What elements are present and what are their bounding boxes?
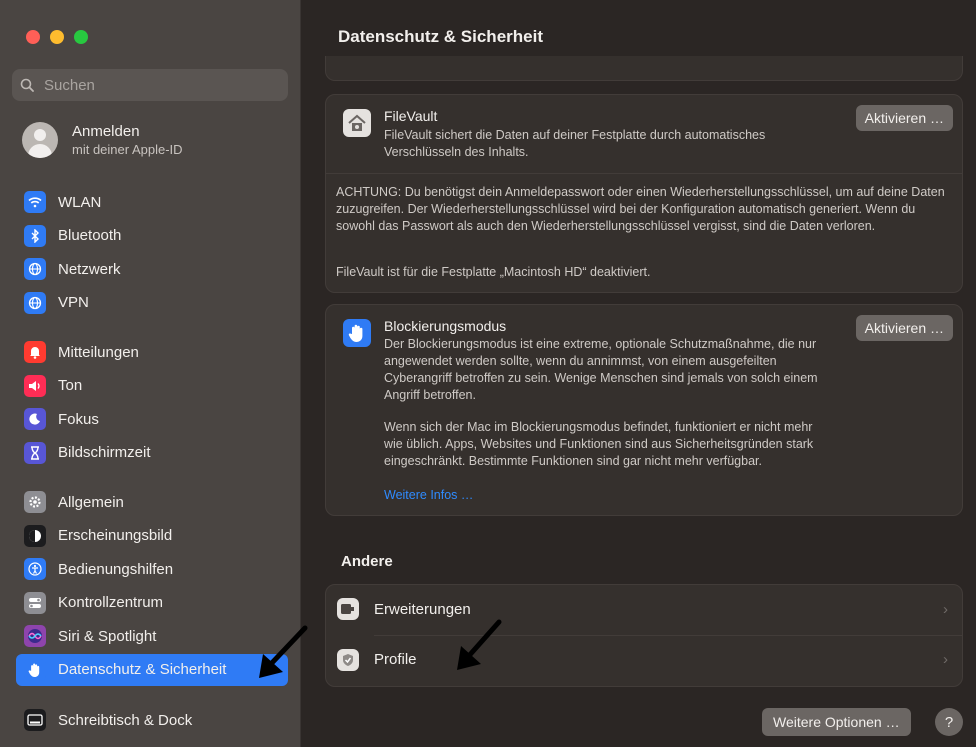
list-item-profiles[interactable]: Profile › [326, 636, 962, 686]
main-content: Datenschutz & Sicherheit FileVault FileV… [301, 0, 976, 747]
sidebar-item-label: Kontrollzentrum [58, 594, 164, 612]
lockdown-description: Der Blockierungsmodus ist eine extreme, … [384, 337, 818, 402]
filevault-house-icon [343, 109, 371, 137]
hourglass-icon [24, 441, 46, 464]
bell-icon [24, 341, 46, 363]
arrow-annotation-icon [457, 619, 502, 670]
bluetooth-icon [24, 224, 46, 247]
speaker-icon [24, 374, 46, 397]
sidebar-item-label: Bildschirmzeit [58, 444, 151, 462]
sidebar-group: Allgemein Erscheinungsbild Bedienungshilfe… [16, 486, 288, 688]
sidebar-item-ton[interactable]: Ton [16, 370, 288, 402]
sidebar-item-label: WLAN [58, 193, 102, 211]
sidebar-item-bluetooth[interactable]: Bluetooth [16, 220, 288, 252]
sidebar-item-label: Datenschutz & Sicherheit [58, 661, 227, 679]
traffic-lights [26, 30, 88, 44]
more-options-button[interactable]: Weitere Optionen … [762, 708, 911, 736]
help-button[interactable]: ? [935, 708, 963, 736]
profile-check-icon [337, 649, 359, 671]
sidebar-item-label: Allgemein [58, 493, 124, 511]
siri-icon [24, 625, 46, 648]
extensions-icon [337, 598, 359, 620]
close-button[interactable] [26, 30, 40, 44]
appearance-icon [24, 524, 46, 547]
lockdown-description-2: Wenn sich der Mac im Blockierungsmodus b… [384, 420, 814, 468]
more-info-link[interactable]: Weitere Infos … [384, 487, 473, 504]
accessibility-icon [24, 558, 46, 581]
sidebar-item-label: Schreibtisch & Dock [58, 711, 193, 729]
moon-icon [24, 408, 46, 431]
sidebar-item-label: Bedienungshilfen [58, 560, 174, 578]
sidebar-item-vpn[interactable]: VPN [16, 287, 288, 319]
dock-icon [24, 709, 46, 731]
filevault-warning: ACHTUNG: Du benötigst dein Anmeldepasswo… [336, 185, 945, 233]
other-panel: Erweiterungen › Profile › [325, 584, 963, 687]
sidebar-item-label: Fokus [58, 410, 99, 428]
sidebar-item-bildschirmzeit[interactable]: Bildschirmzeit [16, 437, 288, 469]
toggles-icon [24, 591, 46, 614]
filevault-description: FileVault sichert die Daten auf deiner F… [384, 128, 766, 159]
sidebar-item-datenschutz-sicherheit[interactable]: Datenschutz & Sicherheit [16, 653, 288, 686]
page-title: Datenschutz & Sicherheit [338, 27, 543, 46]
previous-panel [325, 56, 963, 81]
sidebar-item-label: VPN [58, 294, 89, 312]
search-field[interactable] [12, 69, 288, 101]
hand-icon [24, 658, 46, 681]
avatar [22, 122, 58, 158]
wifi-icon [24, 191, 46, 213]
chevron-right-icon: › [943, 601, 948, 618]
zoom-button[interactable] [74, 30, 88, 44]
account-title: Anmelden [72, 123, 140, 140]
globe-icon [24, 258, 46, 281]
sidebar-group: Mitteilungen Ton Fokus Bildschirmzeit [16, 336, 288, 470]
sidebar-item-netzwerk[interactable]: Netzwerk [16, 253, 288, 285]
sidebar-item-kontrollzentrum[interactable]: Kontrollzentrum [16, 587, 288, 619]
sidebar-item-label: Ton [58, 377, 83, 395]
list-item-extensions[interactable]: Erweiterungen › [326, 585, 962, 635]
lockdown-title: Blockierungsmodus [384, 318, 507, 334]
filevault-title: FileVault [384, 108, 438, 124]
apple-id-signin[interactable]: Anmelden mit deiner Apple-ID [22, 122, 183, 158]
sidebar-item-siri-spotlight[interactable]: Siri & Spotlight [16, 620, 288, 652]
chevron-right-icon: › [943, 651, 948, 668]
section-title-other: Andere [341, 553, 393, 570]
divider [326, 173, 962, 174]
search-input[interactable] [42, 75, 288, 95]
lockdown-panel: Blockierungsmodus Der Blockierungsmodus … [325, 304, 963, 516]
account-subtitle: mit deiner Apple-ID [72, 142, 183, 157]
settings-window: Anmelden mit deiner Apple-ID WLAN Bluetoo… [0, 0, 976, 747]
sidebar-item-label: Bluetooth [58, 227, 122, 245]
profiles-label: Profile [374, 651, 417, 668]
sidebar-item-erscheinungsbild[interactable]: Erscheinungsbild [16, 520, 288, 552]
sidebar-item-schreibtisch-dock[interactable]: Schreibtisch & Dock [16, 704, 288, 736]
sidebar-item-mitteilungen[interactable]: Mitteilungen [16, 336, 288, 368]
filevault-status: FileVault ist für die Festplatte „Macint… [336, 265, 651, 279]
minimize-button[interactable] [50, 30, 64, 44]
sidebar-item-label: Erscheinungsbild [58, 527, 173, 545]
vpn-globe-icon [24, 291, 46, 314]
sidebar-item-label: Siri & Spotlight [58, 627, 157, 645]
search-icon [20, 78, 42, 92]
sidebar-item-bedienungshilfen[interactable]: Bedienungshilfen [16, 553, 288, 585]
sidebar-item-fokus[interactable]: Fokus [16, 403, 288, 435]
arrow-annotation-icon [259, 625, 308, 678]
gear-icon [24, 491, 46, 513]
sidebar-group: Schreibtisch & Dock [16, 704, 288, 738]
sidebar-item-wlan[interactable]: WLAN [16, 186, 288, 218]
sidebar-item-label: Mitteilungen [58, 343, 139, 361]
lockdown-activate-button[interactable]: Aktivieren … [855, 315, 953, 341]
sidebar-item-label: Netzwerk [58, 260, 121, 278]
filevault-activate-button[interactable]: Aktivieren … [855, 105, 953, 131]
hand-icon [343, 319, 371, 347]
filevault-panel: FileVault FileVault sichert die Daten au… [325, 94, 963, 293]
sidebar-group: WLAN Bluetooth Netzwerk VPN [16, 186, 288, 320]
sidebar-item-allgemein[interactable]: Allgemein [16, 486, 288, 518]
